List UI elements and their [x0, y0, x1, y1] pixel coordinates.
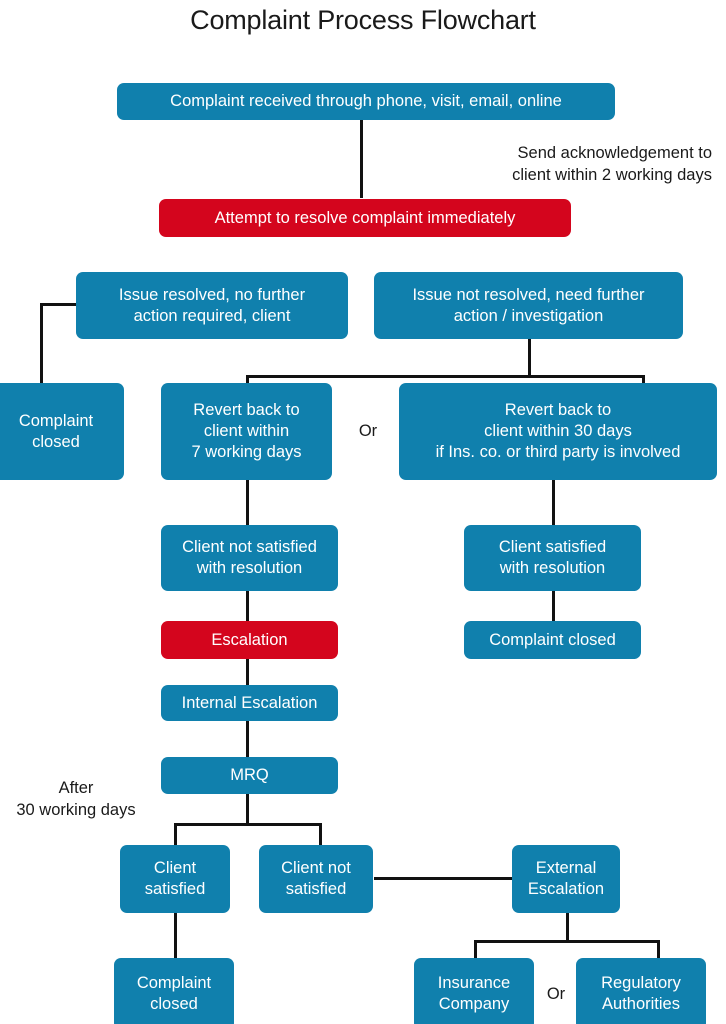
connector-internal-to-mrq: [246, 720, 249, 758]
connector-escalation-to-internal: [246, 658, 249, 686]
connector-mrq-down: [246, 793, 249, 825]
node-complaint-closed-left[interactable]: Complaint closed: [0, 383, 124, 480]
node-issue-resolved[interactable]: Issue resolved, no further action requir…: [76, 272, 348, 339]
connector-split-to-clientnotsat: [319, 823, 322, 846]
flowchart-canvas: Complaint Process Flowchart Complaint re…: [0, 0, 726, 1024]
connector-external-down: [566, 912, 569, 942]
annotation-after-30-working-days: After 30 working days: [16, 779, 136, 819]
connector-split-to-clientsat: [174, 823, 177, 846]
node-revert-7-days[interactable]: Revert back to client within 7 working d…: [161, 383, 332, 480]
node-client-not-satisfied-with-resolution[interactable]: Client not satisfied with resolution: [161, 525, 338, 591]
node-regulatory-authorities[interactable]: Regulatory Authorities: [576, 958, 706, 1024]
node-internal-escalation[interactable]: Internal Escalation: [161, 685, 338, 721]
node-escalation[interactable]: Escalation: [161, 621, 338, 659]
annotation-send-acknowledgement: Send acknowledgement to client within 2 …: [512, 144, 712, 184]
page-title: Complaint Process Flowchart: [190, 5, 536, 35]
node-mrq[interactable]: MRQ: [161, 757, 338, 794]
connector-clientsat-to-closed: [174, 912, 177, 959]
connector-revert7-to-notsatisfied: [246, 480, 249, 525]
node-complaint-closed-right[interactable]: Complaint closed: [464, 621, 641, 659]
node-attempt-resolve[interactable]: Attempt to resolve complaint immediately: [159, 199, 571, 237]
node-complaint-received[interactable]: Complaint received through phone, visit,…: [117, 83, 615, 120]
connector-satisfiedres-to-closed: [552, 590, 555, 622]
node-insurance-company[interactable]: Insurance Company: [414, 958, 534, 1024]
connector-split-to-insurance: [474, 940, 477, 960]
connector-mrq-split-bar: [174, 823, 322, 826]
annotation-or-lower: Or: [546, 985, 566, 1003]
node-revert-30-days[interactable]: Revert back to client within 30 days if …: [399, 383, 717, 480]
connector-split-to-regulatory: [657, 940, 660, 960]
connector-notresolved-split-bar: [246, 375, 645, 378]
connector-resolved-left-stub: [40, 303, 80, 306]
node-client-satisfied[interactable]: Client satisfied: [120, 845, 230, 913]
annotation-or-upper: Or: [358, 422, 378, 440]
connector-notresolved-down: [528, 338, 531, 378]
connector-notsatisfiedres-to-escalation: [246, 590, 249, 622]
node-client-not-satisfied[interactable]: Client not satisfied: [259, 845, 373, 913]
node-issue-not-resolved[interactable]: Issue not resolved, need further action …: [374, 272, 683, 339]
connector-resolved-down: [40, 303, 43, 383]
connector-clientnotsat-to-external: [374, 877, 512, 880]
node-complaint-closed-bottom[interactable]: Complaint closed: [114, 958, 234, 1024]
connector-received-to-attempt: [360, 118, 363, 198]
node-external-escalation[interactable]: External Escalation: [512, 845, 620, 913]
node-client-satisfied-with-resolution[interactable]: Client satisfied with resolution: [464, 525, 641, 591]
connector-revert30-to-satisfied: [552, 480, 555, 525]
connector-external-split-bar: [474, 940, 660, 943]
